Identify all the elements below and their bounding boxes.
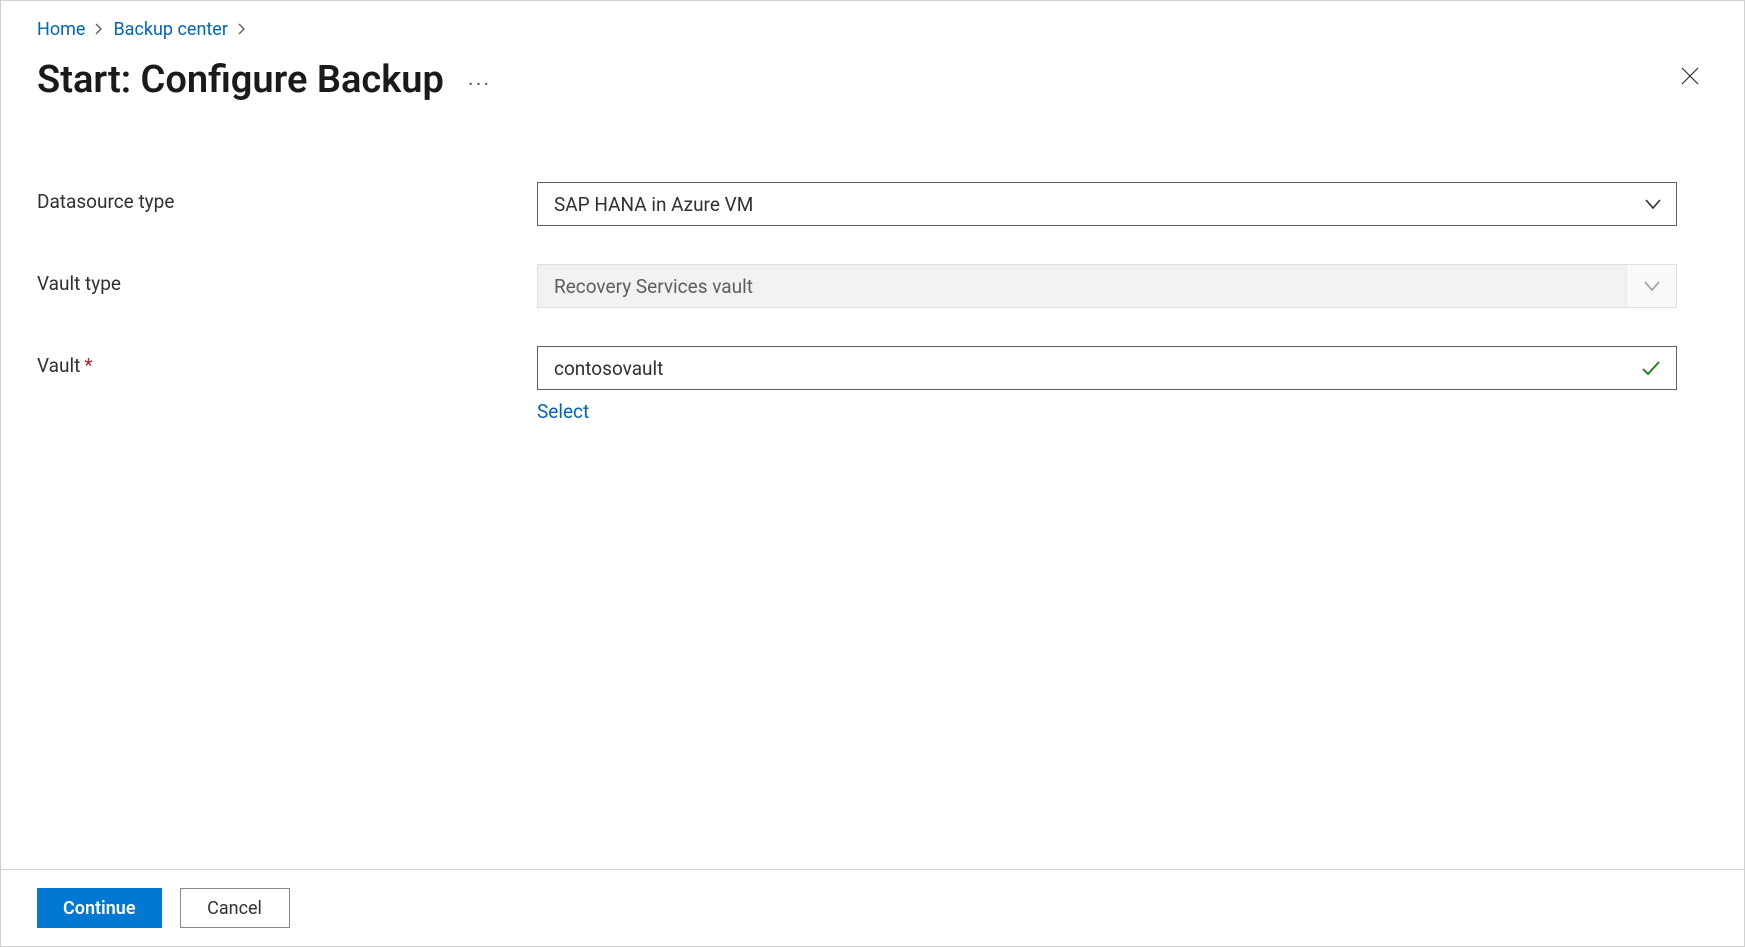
vault-type-label: Vault type — [37, 272, 121, 295]
chevron-down-icon — [1644, 195, 1662, 213]
vault-row: Vault* contosovault Select — [37, 346, 1677, 423]
close-button[interactable] — [1672, 58, 1708, 94]
datasource-type-label: Datasource type — [37, 190, 174, 213]
checkmark-icon — [1640, 357, 1662, 379]
chevron-down-icon — [1626, 265, 1676, 307]
vault-type-row: Vault type Recovery Services vault — [37, 264, 1677, 308]
vault-type-select: Recovery Services vault — [537, 264, 1677, 308]
vault-input[interactable]: contosovault — [537, 346, 1677, 390]
breadcrumb: Home Backup center — [37, 19, 1708, 40]
page-title: Start: Configure Backup — [37, 58, 444, 102]
vault-label: Vault* — [37, 354, 93, 377]
configure-backup-form: Datasource type SAP HANA in Azure VM Vau… — [37, 182, 1677, 423]
chevron-right-icon — [93, 20, 105, 39]
datasource-type-row: Datasource type SAP HANA in Azure VM — [37, 182, 1677, 226]
more-actions-button[interactable]: ··· — [468, 63, 491, 98]
footer-bar: Continue Cancel — [1, 869, 1744, 946]
continue-button[interactable]: Continue — [37, 888, 162, 928]
select-vault-link[interactable]: Select — [537, 400, 1677, 423]
breadcrumb-home-link[interactable]: Home — [37, 19, 85, 40]
breadcrumb-backup-center-link[interactable]: Backup center — [113, 19, 228, 40]
close-icon — [1678, 64, 1702, 88]
datasource-type-value: SAP HANA in Azure VM — [554, 193, 753, 216]
required-indicator: * — [84, 354, 92, 377]
chevron-right-icon — [236, 20, 248, 39]
vault-value: contosovault — [554, 357, 663, 380]
vault-type-value: Recovery Services vault — [554, 275, 753, 298]
cancel-button[interactable]: Cancel — [180, 888, 290, 928]
datasource-type-select[interactable]: SAP HANA in Azure VM — [537, 182, 1677, 226]
